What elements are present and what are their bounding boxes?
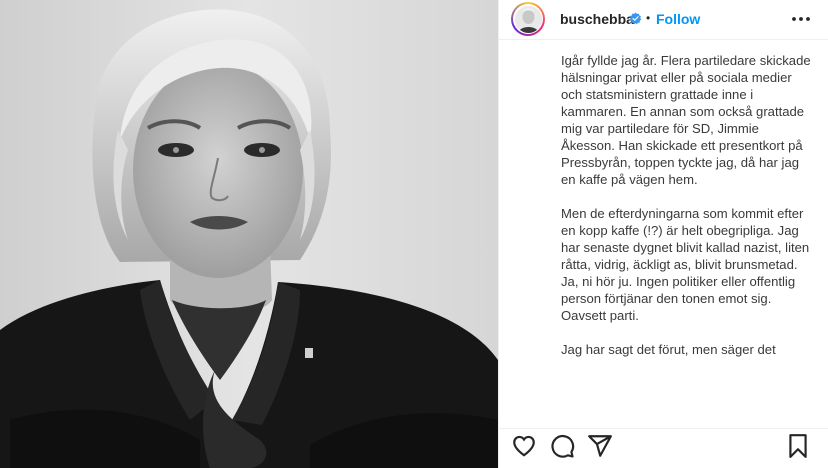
verified-badge-icon <box>629 12 642 30</box>
post-caption: Igår fyllde jag år. Flera partiledare sk… <box>561 52 811 414</box>
post-side-panel: buschebba • Follow Igår fyllde jag år. F… <box>498 0 828 468</box>
bookmark-icon[interactable] <box>785 433 811 459</box>
post-header: buschebba • Follow <box>499 0 828 40</box>
avatar[interactable] <box>511 2 545 36</box>
post-image[interactable] <box>0 0 498 468</box>
more-options-icon[interactable] <box>789 9 813 29</box>
separator-dot: • <box>646 11 651 25</box>
follow-button[interactable]: Follow <box>656 11 700 27</box>
share-icon[interactable] <box>587 433 613 459</box>
portrait-illustration <box>0 0 498 468</box>
heart-icon[interactable] <box>511 433 537 459</box>
avatar-image <box>514 5 542 33</box>
caption-paragraph: Igår fyllde jag år. Flera partiledare sk… <box>561 53 811 187</box>
comment-icon[interactable] <box>549 433 575 459</box>
caption-paragraph: Jag har sagt det förut, men säger det <box>561 342 776 357</box>
username-link[interactable]: buschebba <box>560 11 634 27</box>
caption-paragraph: Men de efterdyningarna som kommit efter … <box>561 206 810 323</box>
post-actions-bar <box>499 428 828 468</box>
